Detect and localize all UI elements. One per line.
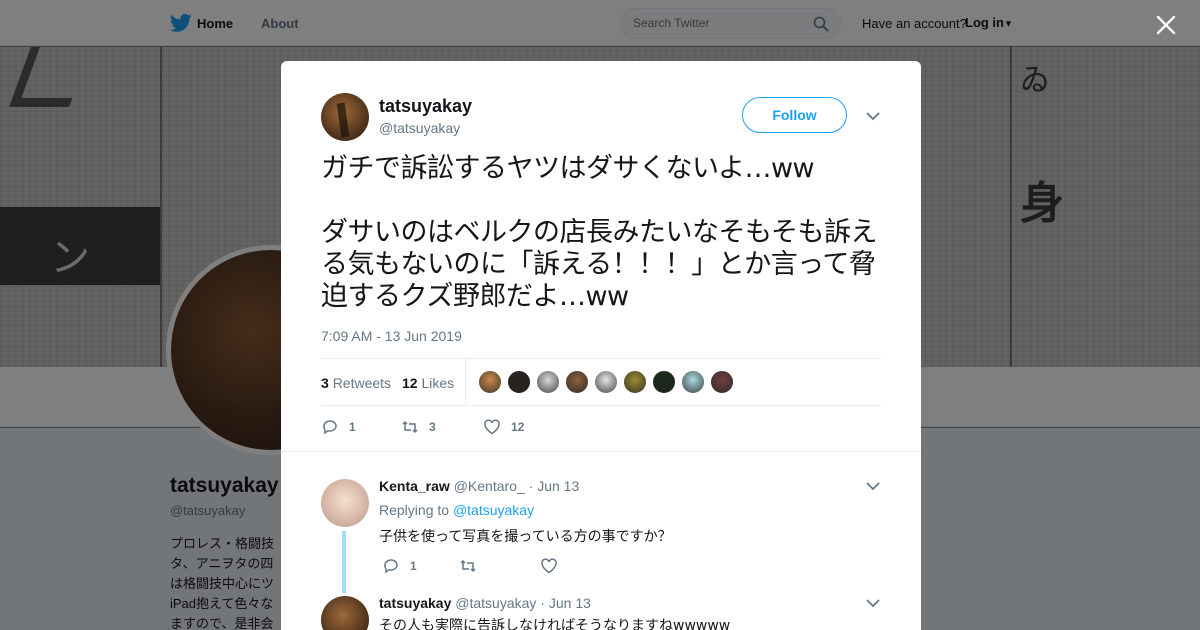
retweet-count: 3: [429, 420, 436, 434]
reply-author-handle[interactable]: @tatsuyakay: [455, 595, 536, 611]
reply-author-handle[interactable]: @Kentaro_: [454, 478, 525, 494]
like-action[interactable]: [540, 556, 558, 576]
close-icon[interactable]: [1154, 13, 1178, 37]
tweet-text: ガチで訴訟するヤツはダサくないよ…ww ダサいのはベルクの店長みたいなそもそも訴…: [321, 153, 877, 312]
reply-avatar[interactable]: [321, 479, 369, 527]
liker-avatar[interactable]: [565, 370, 589, 394]
reply-icon[interactable]: [382, 557, 400, 575]
retweets-count[interactable]: 3: [321, 375, 329, 391]
author-name[interactable]: tatsuyakay: [379, 96, 472, 117]
author-avatar[interactable]: [321, 93, 369, 141]
liker-avatar[interactable]: [681, 370, 705, 394]
reply-author-name[interactable]: Kenta_raw: [379, 478, 450, 494]
retweets-label[interactable]: Retweets: [333, 375, 391, 391]
reply-action[interactable]: 1: [382, 556, 417, 576]
like-action[interactable]: 12: [483, 417, 524, 437]
thread-connector-line: [342, 531, 346, 593]
liker-avatar[interactable]: [594, 370, 618, 394]
liker-avatar[interactable]: [710, 370, 734, 394]
reply-icon[interactable]: [321, 418, 339, 436]
author-handle[interactable]: @tatsuyakay: [379, 120, 460, 136]
likes-stat[interactable]: 12 Likes: [402, 375, 454, 391]
likes-count[interactable]: 12: [402, 375, 418, 391]
reply-author-name[interactable]: tatsuyakay: [379, 595, 451, 611]
tweet-modal: tatsuyakay @tatsuyakay Follow ガチで訴訟するヤツは…: [281, 61, 921, 630]
liker-avatar[interactable]: [536, 370, 560, 394]
reply-count: 1: [349, 420, 356, 434]
reply-text: その人も実際に告訴しなければそうなりますねwwwww: [379, 618, 731, 630]
liker-avatar[interactable]: [623, 370, 647, 394]
chevron-down-icon[interactable]: [866, 598, 880, 608]
retweet-icon[interactable]: [459, 557, 477, 575]
replying-to-link[interactable]: @tatsuyakay: [453, 502, 534, 518]
liker-avatar[interactable]: [478, 370, 502, 394]
replying-to: Replying to @tatsuyakay: [379, 502, 534, 518]
follow-button[interactable]: Follow: [742, 97, 847, 133]
tweet-timestamp[interactable]: 7:09 AM - 13 Jun 2019: [321, 328, 462, 344]
reply-date[interactable]: · Jun 13: [529, 478, 580, 494]
stats-divider: [465, 359, 466, 406]
replying-label: Replying to: [379, 502, 450, 518]
heart-icon[interactable]: [483, 418, 501, 436]
retweet-action[interactable]: 3: [401, 417, 436, 437]
reply-text: 子供を使って写真を撮っている方の事ですか？: [379, 529, 672, 545]
like-count: 12: [511, 420, 525, 434]
retweets-stat[interactable]: 3 Retweets: [321, 375, 391, 391]
chevron-down-icon[interactable]: [866, 111, 880, 121]
heart-icon[interactable]: [540, 557, 558, 575]
retweet-icon[interactable]: [401, 418, 419, 436]
liker-avatar[interactable]: [652, 370, 676, 394]
liker-avatar[interactable]: [507, 370, 531, 394]
likes-label[interactable]: Likes: [421, 375, 454, 391]
reply-header: Kenta_raw @Kentaro_ · Jun 13: [379, 478, 579, 494]
reply-action[interactable]: 1: [321, 417, 356, 437]
reply-date[interactable]: · Jun 13: [540, 595, 591, 611]
tweet-stats: 3 Retweets 12 Likes: [321, 358, 881, 406]
chevron-down-icon[interactable]: [866, 481, 880, 491]
reply-count: 1: [410, 559, 417, 573]
reply-header: tatsuyakay @tatsuyakay · Jun 13: [379, 595, 591, 611]
retweet-action[interactable]: [459, 556, 477, 576]
